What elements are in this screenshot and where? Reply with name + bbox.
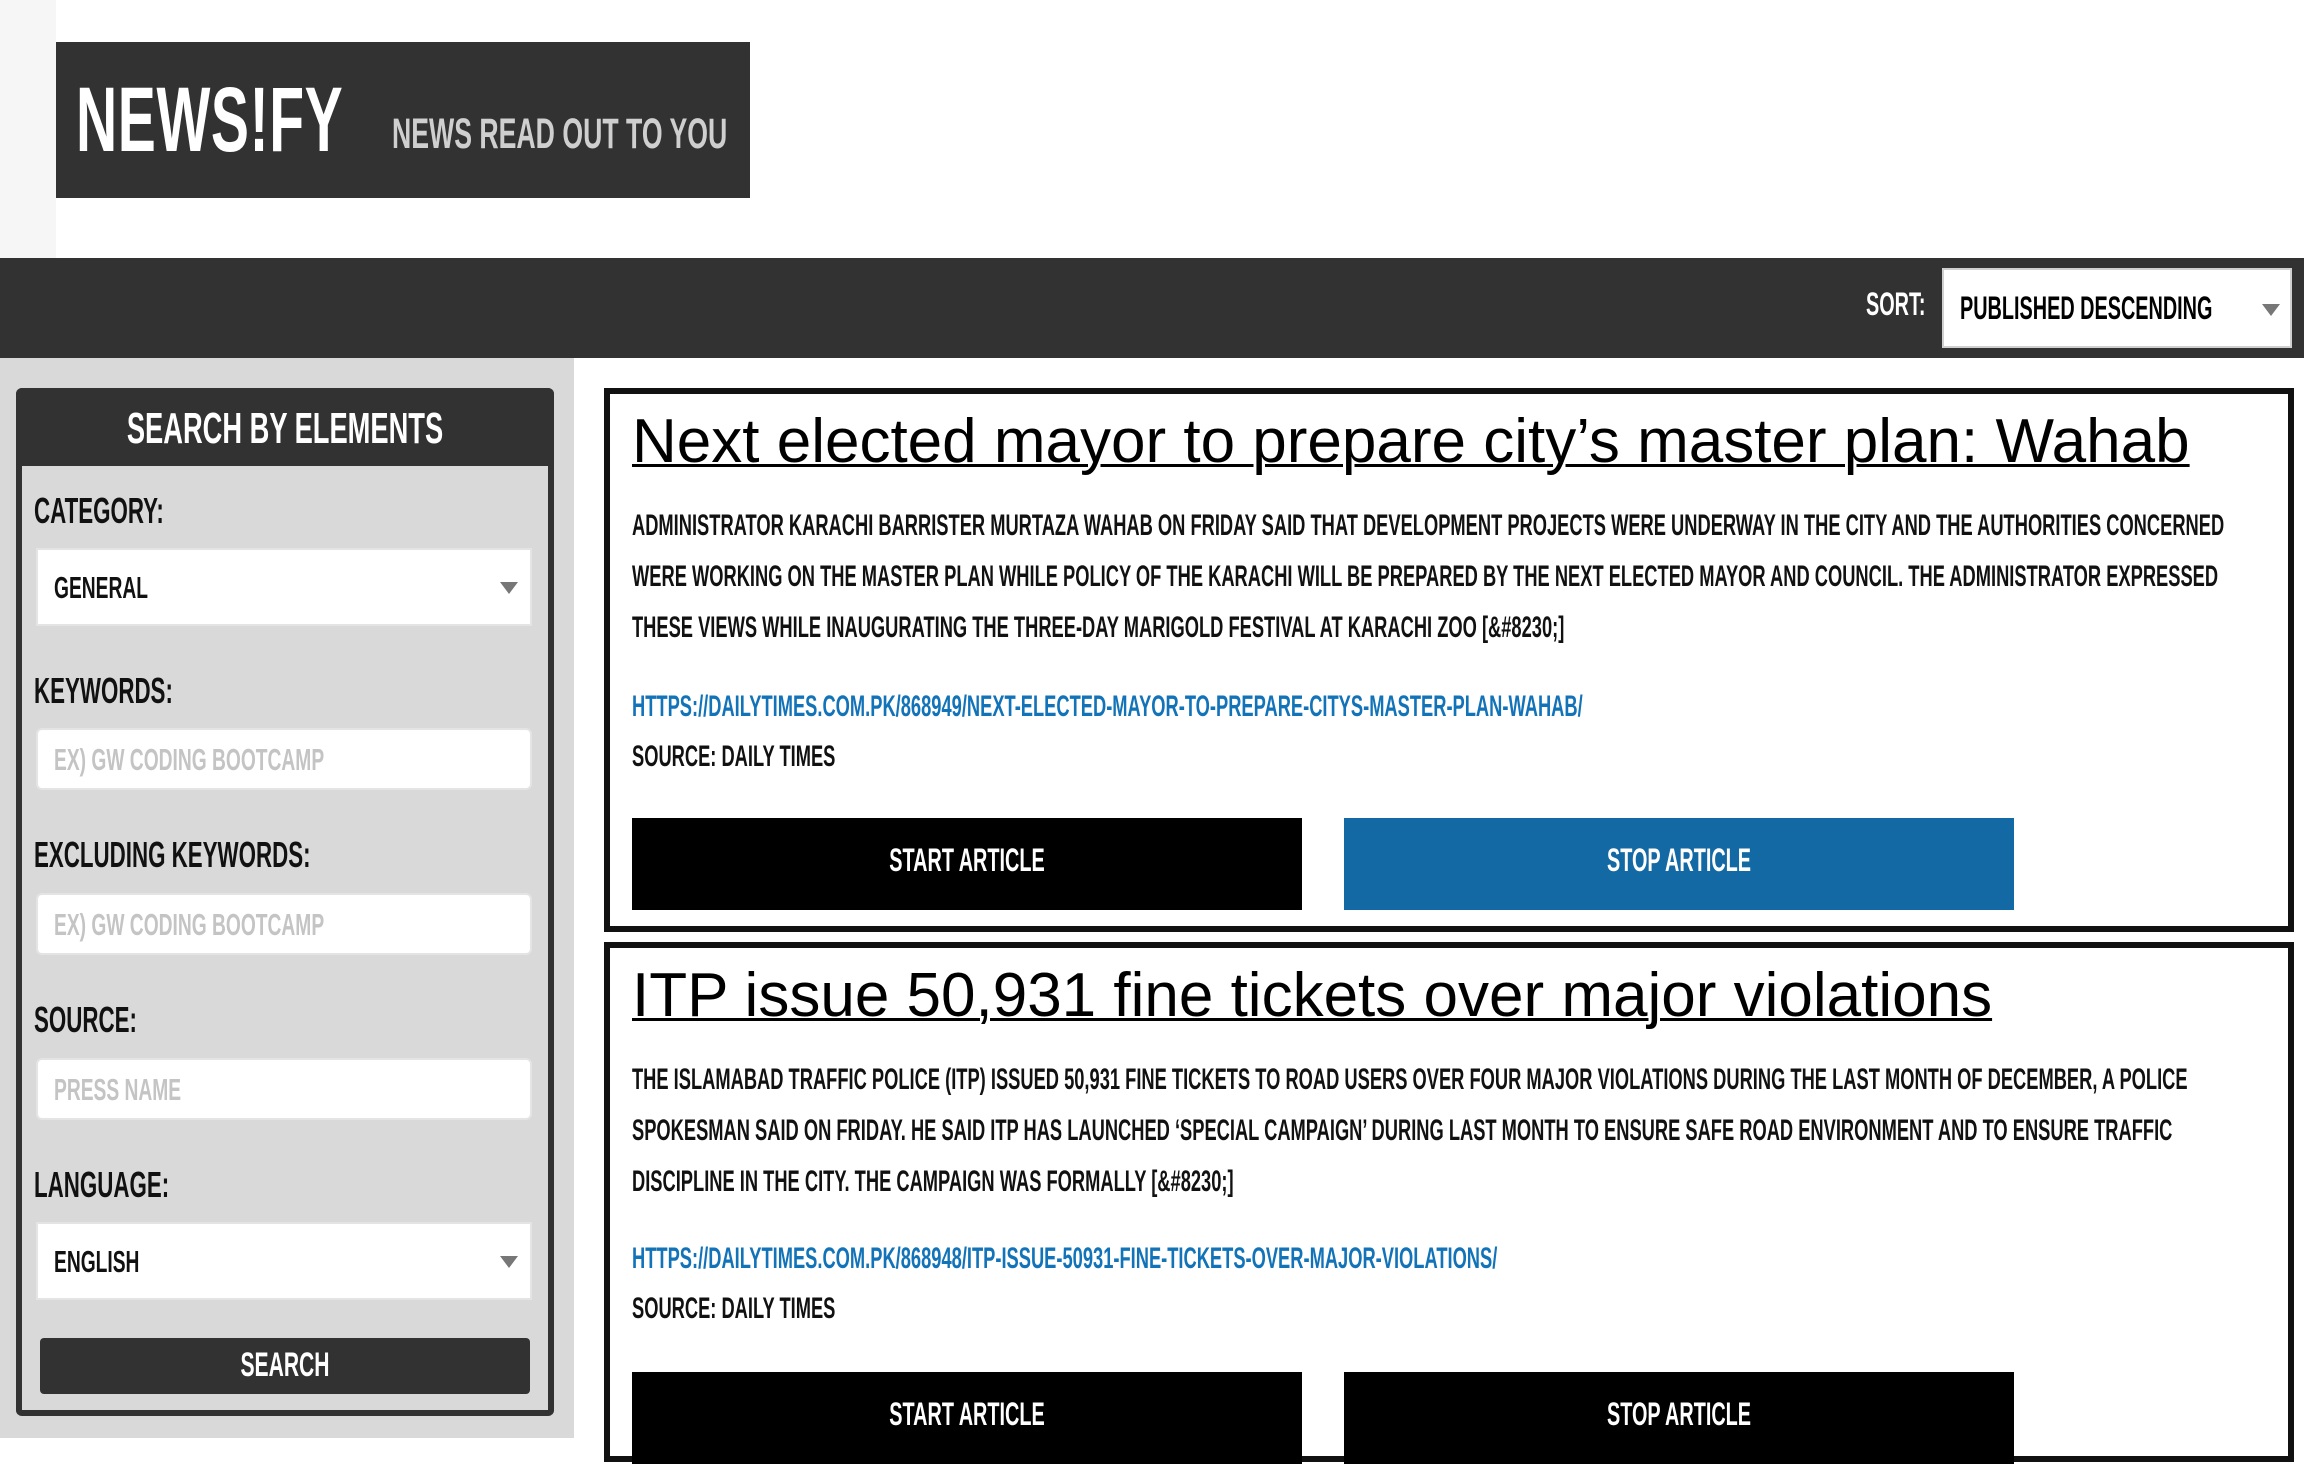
excluding-keywords-label: EXCLUDING KEYWORDS: xyxy=(34,834,311,875)
brand-logo[interactable]: NEWS!FY NEWS READ OUT TO YOU xyxy=(56,42,750,198)
start-article-label: START ARTICLE xyxy=(889,842,1045,878)
article-description: THE ISLAMABAD TRAFFIC POLICE (ITP) ISSUE… xyxy=(632,1063,2188,1198)
article-description: ADMINISTRATOR KARACHI BARRISTER MURTAZA … xyxy=(632,509,2225,644)
language-label: LANGUAGE: xyxy=(34,1164,170,1205)
search-panel-header: SEARCH BY ELEMENTS xyxy=(16,388,554,466)
article-title[interactable]: Next elected mayor to prepare city’s mas… xyxy=(632,406,2190,477)
language-selected-value: ENGLISH xyxy=(54,1244,140,1279)
sort-selected-value: PUBLISHED DESCENDING xyxy=(1960,290,2213,326)
start-article-label: START ARTICLE xyxy=(889,1396,1045,1432)
chevron-down-icon xyxy=(500,582,518,594)
keywords-input[interactable]: EX) GW CODING BOOTCAMP xyxy=(36,728,532,790)
stop-article-label: STOP ARTICLE xyxy=(1606,1396,1752,1432)
article-url[interactable]: HTTPS://DAILYTIMES.COM.PK/868948/ITP-ISS… xyxy=(632,1242,1497,1276)
sort-label: SORT: xyxy=(1866,286,1926,322)
article-card: ITP issue 50,931 fine tickets over major… xyxy=(604,942,2294,1464)
article-source: SOURCE: DAILY TIMES xyxy=(632,1292,836,1325)
article-url[interactable]: HTTPS://DAILYTIMES.COM.PK/868949/NEXT-EL… xyxy=(632,690,1583,724)
search-panel-title: SEARCH BY ELEMENTS xyxy=(126,404,444,453)
category-label: CATEGORY: xyxy=(34,490,164,531)
excluding-keywords-input[interactable]: EX) GW CODING BOOTCAMP xyxy=(36,893,532,955)
source-label: SOURCE: xyxy=(34,999,137,1040)
source-placeholder: PRESS NAME xyxy=(54,1072,182,1107)
article-title[interactable]: ITP issue 50,931 fine tickets over major… xyxy=(632,960,1992,1031)
stop-article-button[interactable]: STOP ARTICLE xyxy=(1344,1372,2014,1464)
language-select[interactable]: ENGLISH xyxy=(36,1222,532,1300)
source-input[interactable]: PRESS NAME xyxy=(36,1058,532,1120)
stop-article-button[interactable]: STOP ARTICLE xyxy=(1344,818,2014,910)
header-left-strip xyxy=(0,0,56,258)
start-article-button[interactable]: START ARTICLE xyxy=(632,818,1302,910)
brand-tagline: NEWS READ OUT TO YOU xyxy=(392,110,728,158)
excluding-keywords-placeholder: EX) GW CODING BOOTCAMP xyxy=(54,907,325,942)
top-toolbar: SORT: PUBLISHED DESCENDING xyxy=(0,258,2304,358)
brand-name: NEWS!FY xyxy=(76,68,344,171)
category-select[interactable]: GENERAL xyxy=(36,548,532,626)
article-card: Next elected mayor to prepare city’s mas… xyxy=(604,388,2294,932)
keywords-label: KEYWORDS: xyxy=(34,670,173,711)
sort-select[interactable]: PUBLISHED DESCENDING xyxy=(1942,268,2292,348)
stop-article-label: STOP ARTICLE xyxy=(1606,842,1752,878)
start-article-button[interactable]: START ARTICLE xyxy=(632,1372,1302,1464)
search-button[interactable]: SEARCH xyxy=(40,1338,530,1394)
keywords-placeholder: EX) GW CODING BOOTCAMP xyxy=(54,742,325,777)
chevron-down-icon xyxy=(500,1256,518,1268)
chevron-down-icon xyxy=(2262,304,2280,316)
article-source: SOURCE: DAILY TIMES xyxy=(632,740,836,773)
category-selected-value: GENERAL xyxy=(54,570,148,605)
search-button-label: SEARCH xyxy=(240,1346,330,1384)
